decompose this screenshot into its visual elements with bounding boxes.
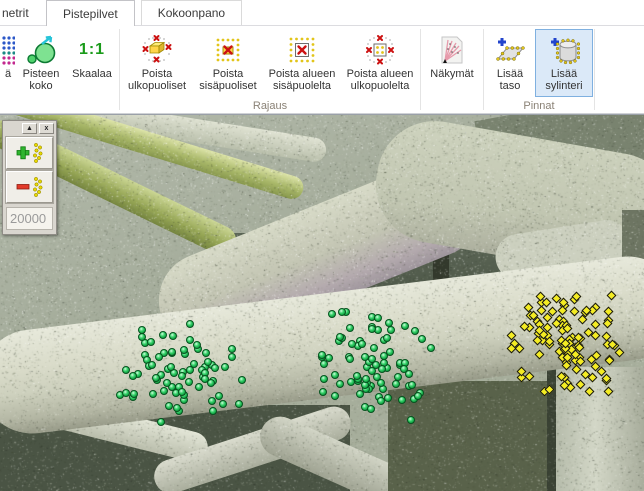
remove-points-tool-button[interactable]	[6, 171, 53, 203]
point-size-button[interactable]: Pisteen koko	[16, 29, 66, 97]
point-cloud-viewport[interactable]: ▲ x 20000	[0, 114, 644, 491]
green-point-marker	[346, 355, 354, 363]
green-point-marker	[147, 338, 155, 346]
green-point-marker	[362, 375, 370, 383]
green-point-marker	[148, 361, 156, 369]
remove-inside-label: Poista sisäpuoliset	[195, 68, 261, 92]
green-point-marker	[368, 355, 376, 363]
ribbon-separator	[119, 29, 120, 110]
green-point-marker	[193, 341, 201, 349]
group-label-rajaus: Rajaus	[121, 100, 419, 112]
panel-title-bar: ▲ x	[3, 121, 56, 135]
green-point-marker	[427, 344, 435, 352]
views-label: Näkymät	[430, 68, 473, 80]
views-button[interactable]: Näkymät	[422, 29, 482, 97]
green-point-marker	[368, 325, 376, 333]
green-point-marker	[407, 416, 415, 424]
green-point-marker	[186, 320, 194, 328]
green-point-marker	[356, 390, 364, 398]
panel-close-button[interactable]: x	[39, 123, 54, 134]
tab-parametrit-partial[interactable]: netrit	[0, 0, 42, 25]
remove-inside-button[interactable]: Poista sisäpuoliset	[193, 29, 263, 97]
point-count-field[interactable]: 20000	[6, 207, 53, 230]
green-point-marker	[149, 390, 157, 398]
ribbon-group-points: ä Pisteen koko 1:1 Skaalaa	[0, 26, 118, 113]
ribbon-separator	[594, 29, 595, 110]
add-plane-label: Lisää taso	[487, 68, 533, 92]
remove-area-inside-button[interactable]: Poista alueen sisäpuolelta	[263, 29, 341, 97]
green-point-marker	[414, 392, 422, 400]
plus-points-icon	[15, 142, 45, 164]
add-points-button-partial[interactable]: ä	[0, 29, 16, 97]
remove-area-outside-icon	[364, 32, 396, 68]
add-cylinder-icon	[548, 32, 580, 68]
green-point-marker	[370, 344, 378, 352]
views-icon	[436, 32, 468, 68]
scale-1-1-icon: 1:1	[79, 32, 105, 68]
ribbon-separator	[420, 29, 421, 110]
ribbon-tab-strip: netrit Pistepilvet Kokoonpano	[0, 0, 644, 26]
tab-pistepilvet[interactable]: Pistepilvet	[46, 0, 135, 26]
point-size-icon	[25, 32, 57, 68]
point-size-label: Pisteen koko	[18, 68, 64, 92]
ribbon-separator	[483, 29, 484, 110]
green-point-marker	[202, 349, 210, 357]
tab-kokoonpano[interactable]: Kokoonpano	[141, 0, 242, 25]
green-point-marker	[167, 363, 175, 371]
scale-button[interactable]: 1:1 Skaalaa	[66, 29, 118, 97]
green-point-marker	[374, 314, 382, 322]
remove-outside-points-icon	[141, 32, 173, 68]
green-point-marker	[159, 331, 167, 339]
green-point-marker	[152, 374, 160, 382]
remove-outside-label: Poista ulkopuoliset	[123, 68, 191, 92]
remove-outside-button[interactable]: Poista ulkopuoliset	[121, 29, 193, 97]
add-plane-button[interactable]: Lisää taso	[485, 29, 535, 97]
ribbon: ä Pisteen koko 1:1 Skaalaa	[0, 26, 644, 114]
add-plane-icon	[494, 32, 526, 68]
scale-label: Skaalaa	[72, 68, 112, 80]
ribbon-group-rajaus: Poista ulkopuoliset	[121, 26, 419, 113]
green-point-marker	[180, 346, 188, 354]
green-point-marker	[319, 388, 327, 396]
ribbon-group-views: Näkymät	[422, 26, 482, 113]
add-points-tool-button[interactable]	[6, 137, 53, 169]
green-point-marker	[221, 363, 229, 371]
add-points-label: ä	[5, 68, 11, 80]
colored-dots-grid-icon	[1, 32, 15, 68]
green-point-marker	[331, 392, 339, 400]
green-point-marker	[155, 353, 163, 361]
green-point-marker	[235, 400, 243, 408]
green-point-marker	[178, 372, 186, 380]
green-point-marker	[163, 379, 171, 387]
panel-collapse-button[interactable]: ▲	[22, 123, 37, 134]
add-cylinder-label: Lisää sylinteri	[537, 68, 591, 92]
remove-area-inside-icon	[286, 32, 318, 68]
green-point-marker	[219, 400, 227, 408]
green-point-marker	[392, 380, 400, 388]
group-label-pinnat: Pinnat	[485, 100, 593, 112]
point-cloud-tool-panel: ▲ x 20000	[2, 120, 57, 235]
green-point-marker	[129, 372, 137, 380]
remove-inside-points-icon	[212, 32, 244, 68]
green-point-marker	[358, 340, 366, 348]
add-cylinder-button[interactable]: Lisää sylinteri	[535, 29, 593, 97]
ribbon-group-pinnat: Lisää taso Li	[485, 26, 593, 113]
remove-area-inside-label: Poista alueen sisäpuolelta	[265, 68, 339, 92]
remove-area-outside-button[interactable]: Poista alueen ulkopuolelta	[341, 29, 419, 97]
minus-points-icon	[15, 176, 45, 198]
green-point-marker	[401, 322, 409, 330]
remove-area-outside-label: Poista alueen ulkopuolelta	[343, 68, 417, 92]
